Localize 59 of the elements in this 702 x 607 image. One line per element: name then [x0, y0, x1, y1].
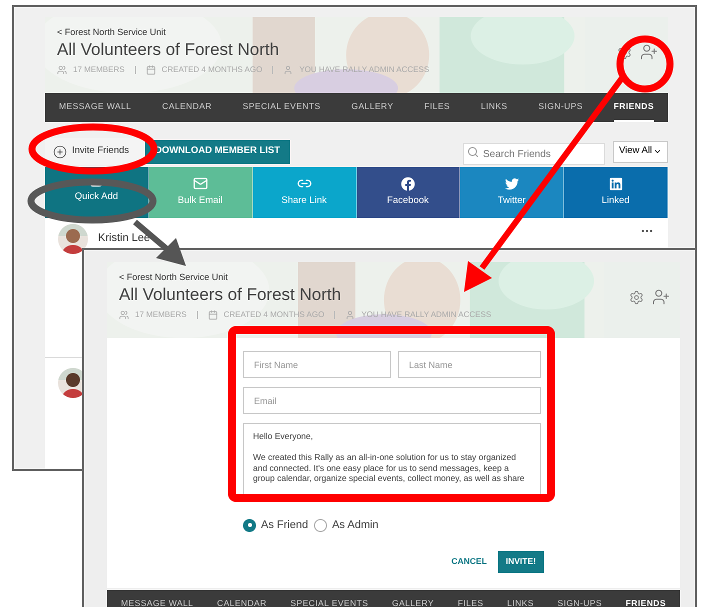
meta-text: CREATED 4 MONTHS AGO [162, 64, 262, 76]
cancel-link[interactable]: CANCEL [451, 555, 487, 568]
nav-tab[interactable]: MESSAGE WALL [121, 590, 194, 607]
invite-button[interactable]: INVITE! [498, 550, 544, 572]
group-title: All Volunteers of Forest North [57, 39, 280, 61]
plus-icon [53, 144, 67, 158]
meta-text: 17 MEMBERS [73, 64, 125, 76]
nav-tab[interactable]: FRIENDS [626, 590, 666, 607]
twitter-icon [504, 176, 519, 191]
meta-text: 17 MEMBERS [135, 309, 187, 321]
search-field[interactable]: Search Friends [463, 143, 605, 165]
email-field[interactable]: Email [243, 387, 541, 414]
nav-tab[interactable]: CALENDAR [162, 93, 212, 122]
radio-label: As Admin [332, 518, 379, 533]
nav-tab[interactable]: LINKS [507, 590, 534, 607]
add-person-icon[interactable] [640, 43, 658, 61]
invite-friends-button[interactable]: Invite Friends [45, 138, 145, 165]
nav-tab[interactable]: FILES [424, 93, 450, 122]
nav-tab[interactable]: LINKS [480, 93, 508, 122]
envelope-icon [192, 176, 208, 192]
breadcrumb-link[interactable]: < Forest North Service Unit [57, 26, 166, 38]
facebook-icon [400, 176, 415, 191]
meta-text: YOU HAVE RALLY ADMIN ACCESS [361, 309, 492, 321]
caret-icon [653, 147, 662, 156]
add-person-icon[interactable] [652, 288, 670, 306]
share-tile[interactable]: Facebook [356, 167, 460, 218]
settings-icon[interactable] [629, 290, 644, 304]
radio-label: As Friend [261, 518, 308, 533]
share-tile[interactable]: Twitter [460, 167, 564, 218]
radio-button[interactable] [314, 518, 328, 532]
calendar-icon [146, 65, 156, 75]
search-icon [467, 146, 479, 158]
nav-tab[interactable]: SIGN-UPS [538, 93, 583, 122]
nav-tab[interactable]: GALLERY [392, 590, 434, 607]
breadcrumb-link[interactable]: < Forest North Service Unit [119, 271, 228, 283]
pointer-arrow [133, 220, 186, 266]
nav-tab[interactable]: CALENDAR [217, 590, 267, 607]
group-title: All Volunteers of Forest North [119, 284, 342, 306]
nav-tab[interactable]: GALLERY [351, 93, 394, 122]
nav-tab[interactable]: SIGN-UPS [558, 590, 602, 607]
people-icon [57, 65, 67, 75]
person-icon [345, 310, 356, 320]
nav-tab[interactable]: SPECIAL EVENTS [242, 93, 321, 122]
person-icon [283, 65, 294, 75]
nav-tab[interactable]: FILES [458, 590, 484, 607]
highlight-circle [616, 36, 674, 92]
linkedin-icon [608, 176, 623, 191]
view-all-dropdown[interactable]: View All [613, 140, 668, 162]
share-tile[interactable]: Linked [564, 167, 668, 218]
first-name-field[interactable]: First Name [243, 351, 391, 378]
meta-text: YOU HAVE RALLY ADMIN ACCESS [299, 64, 430, 76]
nav-tab[interactable]: MESSAGE WALL [59, 93, 132, 122]
people-icon [119, 310, 129, 320]
calendar-icon [208, 310, 218, 320]
nav-tab[interactable]: SPECIAL EVENTS [290, 590, 368, 607]
radio-button[interactable] [243, 518, 256, 532]
message-field[interactable]: Hello Everyone, We created this Rally as an all-in-one solution for us to stay organized and connected. It's one easy place for us to send messages, keep a group calendar, organize special events, collect money, as well as share [243, 423, 541, 495]
last-name-field[interactable]: Last Name [398, 351, 541, 378]
nav-tab[interactable]: FRIENDS [614, 93, 654, 122]
